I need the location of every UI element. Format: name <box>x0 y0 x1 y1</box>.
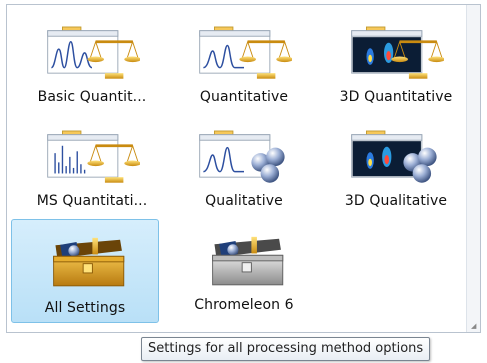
tile-label: 3D Quantitative <box>339 89 453 105</box>
tile-quantitative[interactable]: Quantitative <box>169 11 319 111</box>
tile-basic-quantitative[interactable]: Basic Quantit... <box>17 11 167 111</box>
tooltip: Settings for all processing method optio… <box>141 337 431 361</box>
resize-grip-icon[interactable]: ◢ <box>471 322 479 330</box>
tile-label: Quantitative <box>199 89 289 105</box>
tile-label: All Settings <box>44 300 126 316</box>
3d-quantitative-icon <box>351 26 444 81</box>
method-type-grid: Basic Quantit... Quantitative 3D Quantit… <box>7 5 480 332</box>
vertical-scrollbar[interactable] <box>466 5 480 332</box>
tile-label: Basic Quantit... <box>37 89 147 105</box>
tile-label: Qualitative <box>205 193 283 209</box>
ms-quantitative-icon <box>47 130 140 185</box>
tile-qualitative[interactable]: Qualitative <box>169 115 319 215</box>
tile-3d-quantitative[interactable]: 3D Quantitative <box>321 11 471 111</box>
tile-chromeleon-6[interactable]: Chromeleon 6 <box>169 219 319 319</box>
tile-all-settings[interactable]: All Settings <box>11 219 159 323</box>
qualitative-icon <box>199 130 285 183</box>
all-settings-icon <box>53 237 125 287</box>
tile-label: MS Quantitati... <box>36 193 148 209</box>
method-type-panel: Basic Quantit... Quantitative 3D Quantit… <box>6 4 481 333</box>
tile-3d-qualitative[interactable]: 3D Qualitative <box>321 115 471 215</box>
chromeleon-6-icon <box>212 236 284 286</box>
basic-quantitative-icon <box>47 26 140 81</box>
tile-label: 3D Qualitative <box>344 193 448 209</box>
tile-label: Chromeleon 6 <box>194 297 294 313</box>
tile-ms-quantitative[interactable]: MS Quantitati... <box>17 115 167 215</box>
quantitative-icon <box>199 26 292 81</box>
3d-qualitative-icon <box>351 130 437 183</box>
